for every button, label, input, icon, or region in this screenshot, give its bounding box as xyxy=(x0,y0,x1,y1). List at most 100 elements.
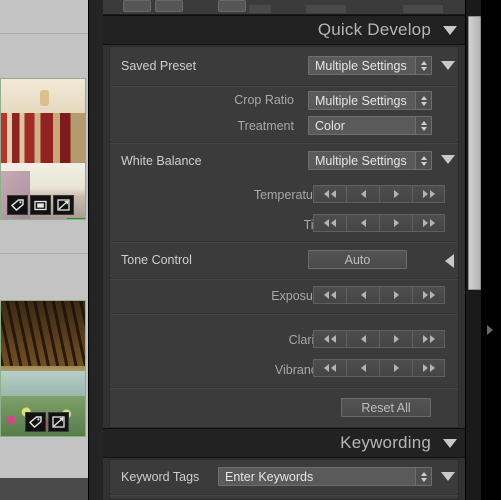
keyword-tags-dropdown-icon[interactable] xyxy=(441,472,455,481)
crop-ratio-value: Multiple Settings xyxy=(315,93,407,108)
vibrance-nudge-group xyxy=(313,359,445,377)
panel-expand-arrow-icon[interactable] xyxy=(487,325,493,335)
saved-preset-combo[interactable]: Multiple Settings xyxy=(308,56,432,75)
thumbnail-badges xyxy=(7,195,74,215)
vibrance-increase-button[interactable] xyxy=(379,359,412,377)
auto-tone-button[interactable]: Auto xyxy=(308,250,407,269)
tone-control-disclosure-icon[interactable] xyxy=(445,254,454,268)
tint-increase-button[interactable] xyxy=(379,214,412,232)
thumbnail-badges xyxy=(25,412,69,432)
color-label-chip[interactable] xyxy=(67,435,85,436)
window-right-edge xyxy=(481,0,501,500)
tint-nudge-group xyxy=(313,214,445,232)
thumb-railing xyxy=(1,301,85,366)
vertical-scrollbar-thumb[interactable] xyxy=(468,16,481,290)
panel-header-keywording[interactable]: Keywording xyxy=(103,428,465,458)
develop-settings-icon[interactable] xyxy=(48,412,69,432)
tint-increase-large-button[interactable] xyxy=(412,214,445,232)
stepper-icon[interactable] xyxy=(415,152,431,169)
keyword-tag-icon[interactable] xyxy=(7,195,28,215)
row-exposure: Exposure xyxy=(110,280,458,312)
row-vibrance: Vibrance xyxy=(110,355,458,385)
stepper-icon[interactable] xyxy=(415,117,431,134)
white-balance-dropdown-icon[interactable] xyxy=(441,155,455,164)
keyword-tags-input[interactable]: Enter Keywords xyxy=(218,467,432,486)
clarity-nudge-group xyxy=(313,330,445,348)
white-balance-combo[interactable]: Multiple Settings xyxy=(308,151,432,170)
color-label-chip[interactable] xyxy=(67,218,85,219)
thumb-lamp xyxy=(39,90,49,107)
row-keyword-tags: Keyword Tags Enter Keywords xyxy=(110,460,458,494)
row-temperature: Temperature xyxy=(110,180,458,210)
thumbnail-bedroom[interactable] xyxy=(0,78,86,220)
crop-ratio-label: Crop Ratio xyxy=(234,93,294,107)
temperature-increase-large-button[interactable] xyxy=(412,185,445,203)
saved-preset-dropdown-icon[interactable] xyxy=(441,61,455,70)
clipped-label xyxy=(249,5,271,13)
triangle-down-icon[interactable] xyxy=(443,438,457,448)
clipped-control xyxy=(155,0,183,12)
crop-icon[interactable] xyxy=(30,195,51,215)
stepper-icon[interactable] xyxy=(415,468,431,485)
vibrance-decrease-button[interactable] xyxy=(346,359,379,377)
panel-title: Keywording xyxy=(340,433,431,452)
reset-all-button[interactable]: Reset All xyxy=(341,398,431,417)
row-white-balance: White Balance Multiple Settings xyxy=(110,144,458,178)
treatment-value: Color xyxy=(315,118,345,133)
grid-bottom-strip xyxy=(0,478,88,500)
exposure-nudge-group xyxy=(313,286,445,304)
grid-view-area xyxy=(0,0,88,500)
previous-panel-clipped xyxy=(103,0,465,15)
develop-settings-icon[interactable] xyxy=(53,195,74,215)
tone-control-label: Tone Control xyxy=(121,253,192,267)
clipped-label xyxy=(403,5,443,13)
temperature-decrease-large-button[interactable] xyxy=(313,185,346,203)
exposure-decrease-button[interactable] xyxy=(346,286,379,304)
treatment-label: Treatment xyxy=(237,119,294,133)
row-crop-ratio: Crop Ratio Multiple Settings xyxy=(110,87,458,113)
clarity-increase-large-button[interactable] xyxy=(412,330,445,348)
temperature-nudge-group xyxy=(313,185,445,203)
row-divider xyxy=(110,494,458,496)
crop-ratio-combo[interactable]: Multiple Settings xyxy=(308,91,432,110)
right-module-panel: Quick Develop Saved Preset Multiple Sett… xyxy=(103,0,465,500)
exposure-decrease-large-button[interactable] xyxy=(313,286,346,304)
clarity-increase-button[interactable] xyxy=(379,330,412,348)
white-balance-value: Multiple Settings xyxy=(315,153,407,168)
thumbnail-garden[interactable] xyxy=(0,300,86,437)
tint-decrease-large-button[interactable] xyxy=(313,214,346,232)
clipped-control xyxy=(123,0,151,12)
clarity-decrease-large-button[interactable] xyxy=(313,330,346,348)
panel-title: Quick Develop xyxy=(317,20,431,39)
exposure-increase-button[interactable] xyxy=(379,286,412,304)
row-treatment: Treatment Color xyxy=(110,113,458,139)
grid-cell-divider xyxy=(0,33,88,34)
panel-header-quick-develop[interactable]: Quick Develop xyxy=(103,15,465,45)
clarity-decrease-button[interactable] xyxy=(346,330,379,348)
vibrance-decrease-large-button[interactable] xyxy=(313,359,346,377)
tint-decrease-button[interactable] xyxy=(346,214,379,232)
temperature-decrease-button[interactable] xyxy=(346,185,379,203)
row-clarity: Clarity xyxy=(110,325,458,355)
row-reset-all: Reset All xyxy=(110,389,458,427)
treatment-combo[interactable]: Color xyxy=(308,116,432,135)
exposure-increase-large-button[interactable] xyxy=(412,286,445,304)
panel-body-quick-develop: Saved Preset Multiple Settings Crop Rati… xyxy=(109,46,459,428)
row-tone-control: Tone Control Auto xyxy=(110,243,458,277)
stepper-icon[interactable] xyxy=(415,92,431,109)
saved-preset-label: Saved Preset xyxy=(121,59,197,73)
keyword-tags-label: Keyword Tags xyxy=(121,470,200,484)
keyword-tag-icon[interactable] xyxy=(25,412,46,432)
panel-body-keywording: Keyword Tags Enter Keywords xyxy=(109,459,459,500)
vibrance-increase-large-button[interactable] xyxy=(412,359,445,377)
clipped-control xyxy=(218,0,246,12)
white-balance-label: White Balance xyxy=(121,154,202,168)
row-saved-preset: Saved Preset Multiple Settings xyxy=(110,47,458,85)
temperature-increase-button[interactable] xyxy=(379,185,412,203)
grid-cell-divider xyxy=(0,253,88,254)
clipped-label xyxy=(306,5,346,13)
saved-preset-value: Multiple Settings xyxy=(315,58,407,73)
triangle-down-icon[interactable] xyxy=(443,25,457,35)
lightroom-window: Quick Develop Saved Preset Multiple Sett… xyxy=(0,0,501,500)
stepper-icon[interactable] xyxy=(415,57,431,74)
